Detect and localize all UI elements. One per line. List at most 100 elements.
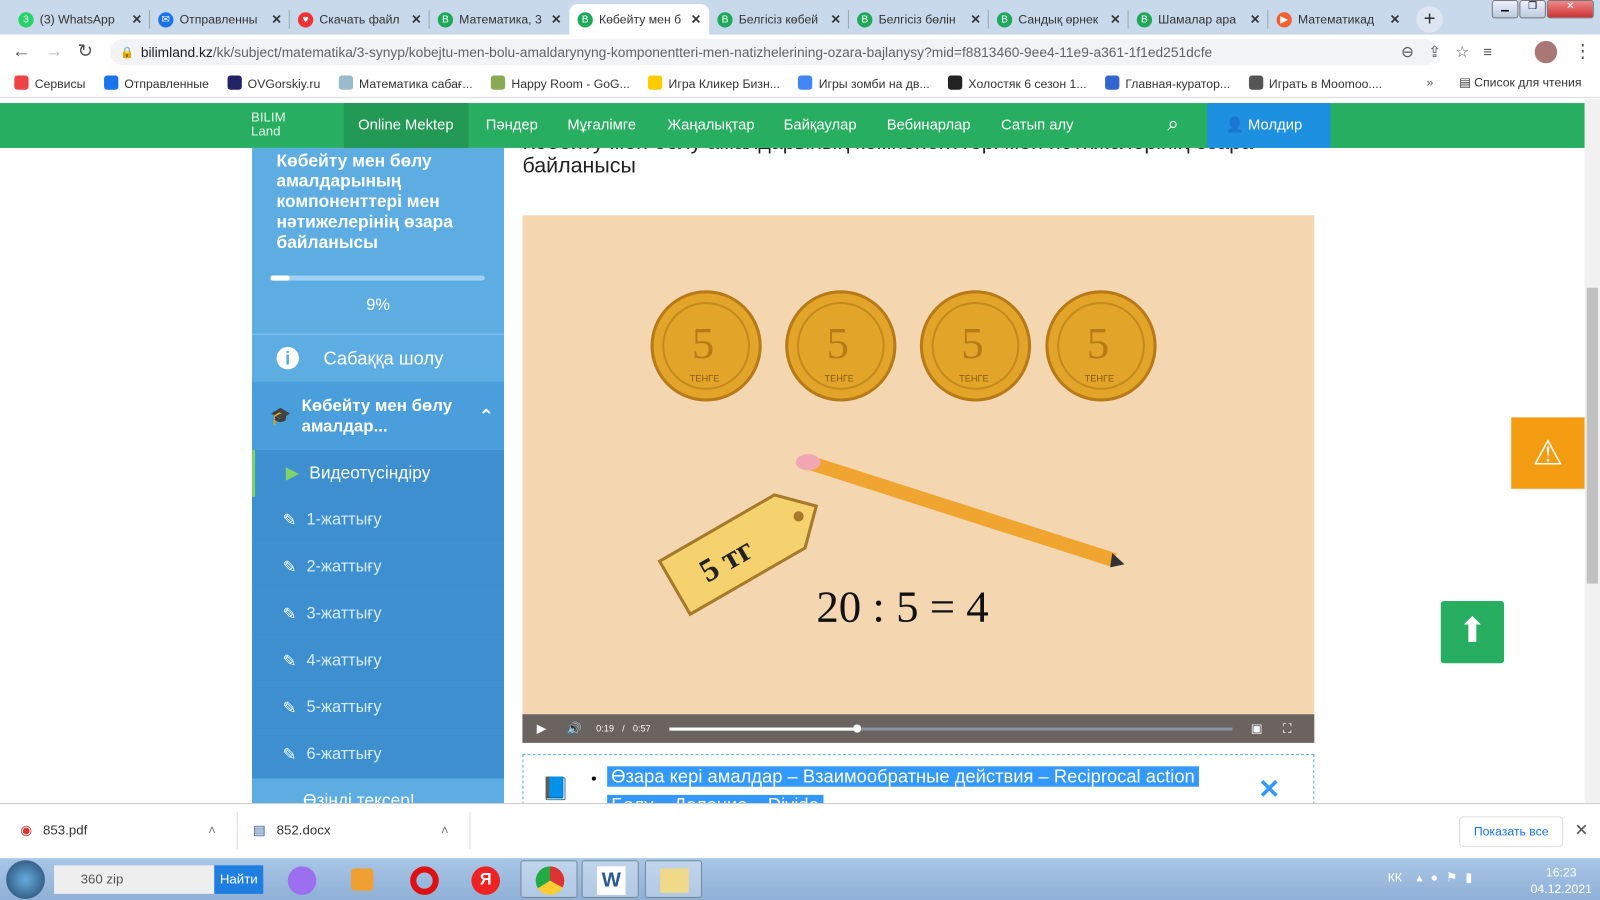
bookmark-label: Математика сабағ... (359, 76, 473, 91)
chevron-up-icon[interactable]: ˄ (208, 822, 216, 837)
bookmark[interactable]: Играть в Moomoo.... (1248, 75, 1382, 91)
edit-icon: ✎ (282, 512, 297, 530)
media-icon[interactable]: ≡ (1483, 44, 1506, 61)
sidebar-item[interactable]: ✎ 6-жаттығу (252, 731, 505, 779)
report-warning-button[interactable]: ⚠ (1511, 417, 1585, 489)
word-taskbar-icon[interactable]: W (581, 860, 639, 898)
explorer-taskbar-icon[interactable] (644, 860, 703, 898)
section-header[interactable]: 🎓 Көбейту мен бөлу амалдар... ⌃ (252, 381, 505, 450)
browser-tab[interactable]: B Белгісіз бөлін ✕ (849, 4, 989, 35)
close-tab-icon[interactable]: ✕ (831, 12, 841, 26)
search-input[interactable]: 360 zip (54, 865, 215, 894)
fullscreen-icon[interactable]: ⛶ (1283, 721, 1292, 736)
start-button[interactable] (6, 860, 45, 899)
scroll-top-button[interactable]: ⬆ (1440, 601, 1505, 664)
browser-tab[interactable]: B Шамалар ара ✕ (1129, 4, 1269, 35)
maximize-button[interactable]: ❐ (1519, 0, 1546, 19)
close-tab-icon[interactable]: ✕ (132, 12, 142, 26)
volume-icon[interactable]: 🔊 (567, 721, 582, 735)
new-tab-button[interactable]: + (1416, 6, 1443, 33)
tray-icons[interactable]: ▴●⚑▮ (1416, 870, 1480, 884)
pip-icon[interactable]: ▣ (1251, 721, 1263, 735)
close-tab-icon[interactable]: ✕ (970, 12, 980, 26)
back-button[interactable]: ← (12, 41, 30, 62)
close-tab-icon[interactable]: ✕ (411, 12, 421, 26)
bookmark[interactable]: Сервисы (14, 75, 85, 91)
play-icon[interactable]: ▶ (537, 721, 546, 735)
bookmark[interactable]: Холостяк 6 сезон 1... (948, 75, 1087, 91)
share-icon[interactable]: ⇪ (1428, 44, 1455, 61)
show-all-downloads-button[interactable]: Показать все (1459, 816, 1564, 847)
user-menu[interactable]: 👤 Молдир (1207, 103, 1331, 148)
star-icon[interactable]: ☆ (1455, 44, 1483, 61)
browser-tab[interactable]: B Математика, 3 ✕ (430, 4, 570, 35)
close-tab-icon[interactable]: ✕ (691, 12, 701, 26)
browser-tab[interactable]: ✉ Отправленны ✕ (150, 4, 290, 35)
overview-item[interactable]: i Сабаққа шолу (252, 333, 505, 382)
sidebar-item[interactable]: ✎ 4-жаттығу (252, 637, 505, 685)
reading-list[interactable]: ▤ Список для чтения (1459, 76, 1581, 90)
browser-tab[interactable]: ▶ Математикад ✕ (1268, 4, 1408, 35)
clock[interactable]: 16:23 04.12.2021 (1531, 864, 1592, 897)
zoom-icon[interactable]: ⊖ (1401, 44, 1428, 61)
reload-button[interactable]: ↻ (78, 41, 93, 62)
forward-button[interactable]: → (45, 41, 63, 62)
menu-icon[interactable]: ⋮ (1573, 41, 1591, 62)
bookmarks-more[interactable]: » (1427, 76, 1434, 90)
close-tab-icon[interactable]: ✕ (1250, 12, 1260, 26)
alice-icon[interactable] (273, 860, 330, 898)
browser-tab[interactable]: B Сандық өрнек ✕ (989, 4, 1129, 35)
edit-icon: ✎ (282, 653, 297, 671)
browser-tab[interactable]: 3 (3) WhatsApp ✕ (10, 4, 150, 35)
close-tab-icon[interactable]: ✕ (271, 12, 281, 26)
seek-bar[interactable] (669, 723, 1233, 733)
close-tab-icon[interactable]: ✕ (1390, 12, 1400, 26)
browser-tab[interactable]: B Көбейту мен б ✕ (569, 4, 710, 35)
bookmark[interactable]: Отправленные (103, 75, 209, 91)
sidebar-item[interactable]: ✎ 5-жаттығу (252, 684, 505, 732)
nav-item[interactable]: Сатып алу (987, 103, 1088, 148)
download-item[interactable]: ◉ 853.pdf ˄ (20, 822, 224, 838)
bookmark[interactable]: Игра Кликер Бизн... (648, 75, 780, 91)
minimize-button[interactable]: ▁ (1491, 0, 1519, 19)
bookmark[interactable]: Математика сабағ... (338, 75, 473, 91)
nav-item[interactable]: Мұғалімге (553, 103, 650, 148)
next-section[interactable]: Өзіңді тексер! (252, 778, 505, 804)
bookmark[interactable]: Главная-куратор... (1104, 75, 1230, 91)
close-tab-icon[interactable]: ✕ (1110, 12, 1120, 26)
page-scrollbar[interactable] (1584, 98, 1600, 804)
site-logo[interactable]: BILIM Land (251, 110, 312, 139)
search-icon[interactable]: ⌕ (1167, 113, 1178, 136)
profile-avatar[interactable] (1534, 40, 1558, 64)
nav-item[interactable]: Пәндер (471, 103, 552, 148)
opera-icon[interactable] (396, 860, 453, 898)
yandex-icon[interactable]: Я (457, 860, 514, 898)
sidebar-item[interactable]: ✎ 1-жаттығу (252, 496, 505, 544)
download-item[interactable]: ▤ 852.docx ˄ (253, 822, 457, 838)
close-downloads-icon[interactable]: ✕ (1574, 820, 1588, 840)
nav-item[interactable]: Вебинарлар (872, 103, 984, 148)
language-indicator[interactable]: КК (1388, 870, 1402, 884)
address-bar[interactable]: 🔒 bilimland.kz/kk/subject/matematika/3-s… (110, 38, 1437, 66)
media-player-icon[interactable] (335, 860, 392, 898)
video-player[interactable]: 5 ТЕНГЕ 5 ТЕНГЕ 5 ТЕНГЕ 5 ТЕНГЕ 5 тг 20 : 5 = 4 (522, 215, 1315, 743)
sidebar-item[interactable]: ✎ 3-жаттығу (252, 590, 505, 638)
search-button[interactable]: Найти (214, 865, 264, 894)
close-glossary-icon[interactable]: ✕ (1258, 773, 1280, 805)
sidebar-item[interactable]: ✎ 2-жаттығу (252, 543, 505, 591)
bilimland-icon: B (577, 11, 593, 28)
sidebar-item[interactable]: ▶ Видеотүсіндіру (252, 449, 505, 497)
bookmark[interactable]: OVGorskiy.ru (227, 75, 320, 91)
chevron-up-icon[interactable]: ˄ (441, 822, 449, 837)
close-window-button[interactable]: ✕ (1546, 0, 1594, 19)
close-tab-icon[interactable]: ✕ (551, 12, 561, 26)
browser-tab[interactable]: B Белгісіз көбей ✕ (709, 4, 849, 35)
nav-item[interactable]: Жаңалықтар (653, 103, 769, 148)
chrome-taskbar-icon[interactable] (520, 860, 578, 898)
bookmark[interactable]: Игры зомби на дв... (798, 75, 930, 91)
chevron-up-icon[interactable]: ⌃ (479, 406, 493, 426)
nav-item[interactable]: Байқаулар (769, 103, 870, 148)
bookmark[interactable]: Happy Room - GoG... (490, 75, 630, 91)
nav-item[interactable]: Online Mektep (343, 103, 468, 148)
browser-tab[interactable]: ♥ Скачать файл ✕ (290, 4, 430, 35)
